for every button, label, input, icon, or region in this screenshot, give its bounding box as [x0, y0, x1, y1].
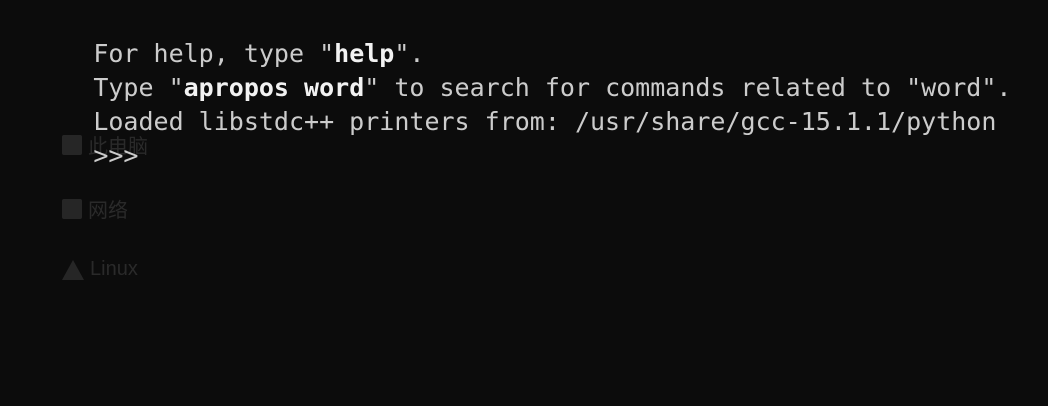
ghost-item-network: 网络	[62, 194, 128, 223]
network-icon	[62, 198, 82, 219]
output-keyword: apropos word	[183, 73, 365, 102]
terminal-window[interactable]: 此电脑 网络 Linux For help, type "help". Type…	[0, 0, 1048, 406]
output-text: ".	[394, 39, 425, 68]
ghost-label-linux: Linux	[90, 258, 138, 280]
output-text: Type "	[93, 73, 184, 102]
terminal-output: For help, type "help". Type "apropos wor…	[3, 3, 1048, 170]
ghost-item-linux: Linux	[62, 258, 138, 281]
output-line-help: For help, type "help".	[3, 3, 1048, 68]
output-text: Loaded libstdc++ printers from: /usr/sha…	[93, 107, 997, 136]
output-text: For help, type "	[93, 39, 335, 68]
output-text: " to search for commands related to "wor…	[364, 73, 1012, 102]
linux-icon	[62, 259, 84, 280]
prompt-symbol: >>>	[93, 141, 139, 170]
output-keyword: help	[334, 39, 395, 68]
ghost-label-network: 网络	[88, 200, 128, 222]
